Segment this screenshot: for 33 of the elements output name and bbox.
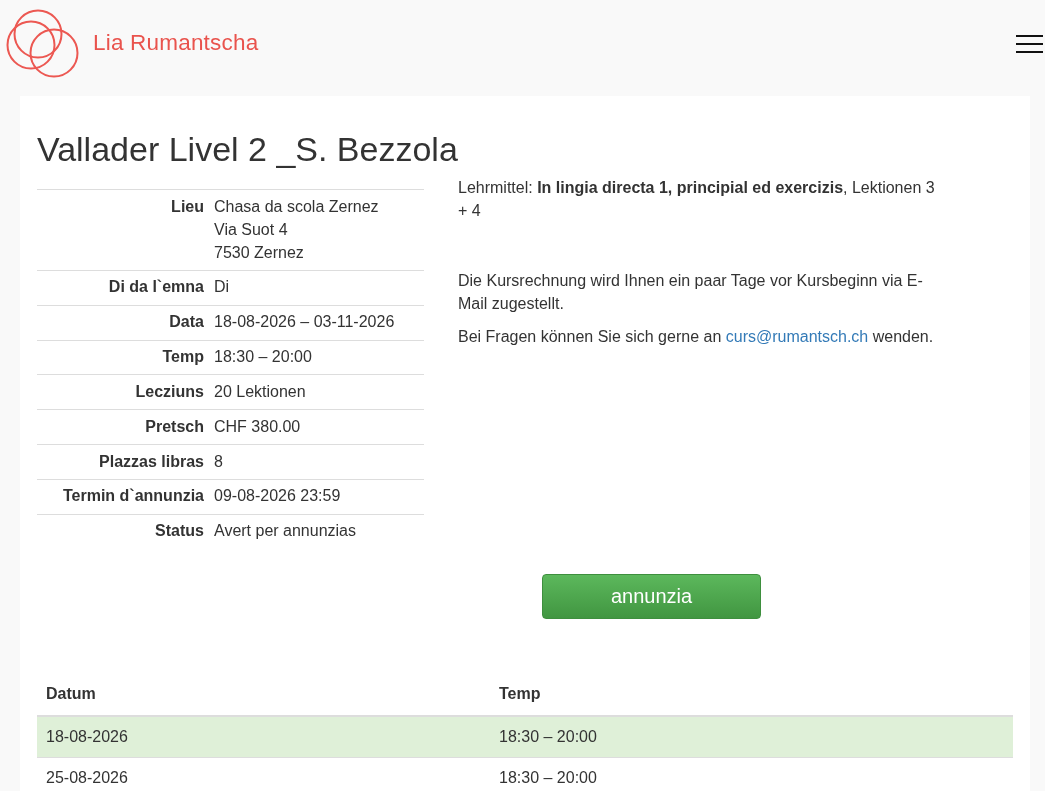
table-cell: 18:30 – 20:00 xyxy=(499,769,597,787)
invoice-note-text: Die Kursrechnung wird Ihnen ein paar Tage vor Kursbeginn via E-Mail zugestellt. xyxy=(458,271,924,314)
site-name[interactable]: Lia Rumantscha xyxy=(93,26,259,60)
detail-label: Data xyxy=(169,313,204,331)
detail-label: Temp xyxy=(162,348,204,366)
detail-label: Termin d`annunzia xyxy=(62,487,204,505)
detail-label: Status xyxy=(155,522,204,540)
course-title: Vallader Livel 2 _S. Bezzola xyxy=(37,131,459,169)
detail-label: Plazzas libras xyxy=(99,452,204,470)
menu-icon[interactable] xyxy=(1016,35,1043,53)
detail-label: Pretsch xyxy=(145,417,204,435)
detail-value: 20 Lektionen xyxy=(214,382,306,400)
register-button[interactable]: annunzia xyxy=(542,573,761,619)
email-link[interactable]: curs@rumantsch.ch xyxy=(725,327,869,345)
detail-label: Di da l`emna xyxy=(108,278,204,296)
contact-text: Bei Fragen können Sie sich gerne an curs@rumantsch.ch wenden. xyxy=(458,326,935,347)
detail-value: 09-08-2026 23:59 xyxy=(214,487,341,505)
detail-label: Lieu xyxy=(171,197,204,215)
detail-label: Lecziuns xyxy=(135,382,204,400)
table-cell: 25-08-2026 xyxy=(46,769,128,787)
teaching-material-text: Lehrmittel: In lingia directa 1, principial ed exercizis, Lektionen 3 + 4 xyxy=(458,178,936,222)
detail-value: Avert per annunzias xyxy=(214,522,356,540)
detail-value: 8 xyxy=(214,452,223,470)
detail-value: Chasa da scola Zernez Via Suot 4 7530 Zernez xyxy=(214,197,379,261)
table-cell: 18:30 – 20:00 xyxy=(499,727,597,745)
column-header: Temp xyxy=(499,684,541,702)
detail-value: Di xyxy=(214,278,230,296)
column-header: Datum xyxy=(46,684,96,702)
table-cell: 18-08-2026 xyxy=(46,727,128,745)
detail-value: CHF 380.00 xyxy=(214,417,301,435)
detail-value: 18:30 – 20:00 xyxy=(214,348,312,366)
detail-value: 18-08-2026 – 03-11-2026 xyxy=(214,313,395,331)
rings-logo-icon[interactable] xyxy=(6,9,80,79)
